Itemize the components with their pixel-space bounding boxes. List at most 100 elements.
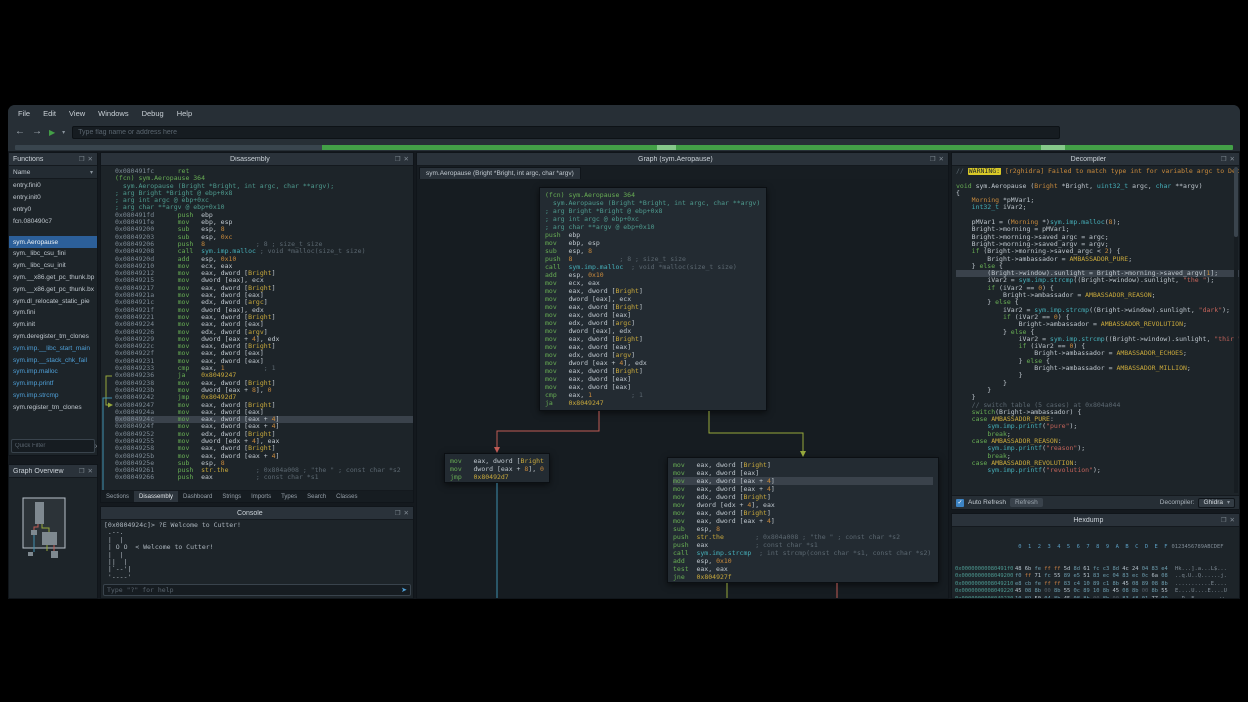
hex-row[interactable]: 0x000000000804922045 08 8b 00 8b 55 0c 8… [955,588,1236,595]
function-item[interactable]: entry.init0 [9,192,97,204]
graph-node-strcmp[interactable]: mov eax, dword [Bright]mov eax, dword [e… [667,457,939,583]
graph-node-line[interactable]: (fcn) sym.Aeropause 364 [545,191,761,199]
graph-node-line[interactable]: mov eax, dword [Bright] [450,457,544,465]
seekbar-segment[interactable] [676,145,1040,150]
decompiler-select[interactable]: Ghidra ▾ [1198,498,1235,508]
close-icon[interactable]: ✕ [88,155,93,163]
graph-node-line[interactable]: ; arg char **argv @ ebp+0x10 [545,223,761,231]
graph-node-line[interactable]: ; arg int argc @ ebp+0xc [545,215,761,223]
graph-node-line[interactable]: add esp, 0x10 [545,271,761,279]
graph-node-line[interactable]: push str.the ; 0x804a008 ; "the " ; cons… [673,533,933,541]
close-icon[interactable]: ✕ [1230,516,1235,524]
graph-node-entry[interactable]: (fcn) sym.Aeropause 364 sym.Aeropause (B… [539,187,767,411]
tab-types[interactable]: Types [276,491,302,502]
back-icon[interactable]: ← [15,127,25,137]
graph-node-line[interactable]: mov edx, dword [argc] [545,319,761,327]
graph-node-line[interactable]: sym.Aeropause (Bright *Bright, int argc,… [545,199,761,207]
graph-node-line[interactable]: mov eax, dword [eax] [545,375,761,383]
hex-row[interactable]: 0x0000000008049200f0 ff 71 fc 55 89 e5 5… [955,573,1236,580]
execute-icon[interactable]: ➤ [401,586,407,594]
graph-node-line[interactable]: mov edx, dword [Bright] [673,493,933,501]
graph-node-line[interactable]: test eax, eax [673,565,933,573]
auto-refresh-checkbox[interactable]: ✓ [956,499,964,507]
tab-classes[interactable]: Classes [331,491,362,502]
graph-node-line[interactable]: mov ebp, esp [545,239,761,247]
tab-imports[interactable]: Imports [246,491,276,502]
float-icon[interactable]: ❐ [395,155,401,163]
function-item[interactable]: sym.fini [9,307,97,319]
float-icon[interactable]: ❐ [79,155,85,163]
function-item[interactable]: sym.deregister_tm_clones [9,331,97,343]
graph-node-line[interactable]: jne 0x804927f [673,573,933,581]
graph-node-line[interactable]: push 8 ; 8 ; size_t size [545,255,761,263]
clear-filter-icon[interactable]: x [95,443,98,450]
function-item[interactable]: sym._libc_csu_fini [9,248,97,260]
seekbar-segment[interactable] [322,145,657,150]
functions-sort-combo[interactable]: Name ▾ [9,166,97,179]
function-item[interactable]: sym.imp.printf [9,378,97,390]
graph-node-line[interactable]: add esp, 0x10 [673,557,933,565]
graph-node-line[interactable]: mov dword [eax], ecx [545,295,761,303]
graph-node-line[interactable]: push ebp [545,231,761,239]
menu-edit[interactable]: Edit [43,109,56,118]
graph-node-line[interactable]: call sym.imp.strcmp ; int strcmp(const c… [673,549,933,557]
menu-file[interactable]: File [18,109,30,118]
function-item[interactable]: sym.imp.__stack_chk_fail [9,354,97,366]
graph-node-line[interactable]: mov eax, dword [Bright] [673,509,933,517]
menu-windows[interactable]: Windows [98,109,128,118]
graph-node-line[interactable]: mov dword [eax], edx [545,327,761,335]
decompiler-line[interactable]: } [956,387,1239,394]
close-icon[interactable]: ✕ [404,509,409,517]
hex-row[interactable]: 0x00000000080491f048 6b fe ff ff 5d 8d 6… [955,566,1236,573]
function-item[interactable]: entry.fini0 [9,180,97,192]
refresh-button[interactable]: Refresh [1010,498,1043,507]
seekbar-segment[interactable] [1065,145,1233,150]
decompiler-line[interactable]: // WARNING: [r2ghidra] Failed to match t… [956,168,1239,175]
tab-strings[interactable]: Strings [217,491,246,502]
graph-node-line[interactable]: push eax ; const char *s1 [673,541,933,549]
float-icon[interactable]: ❐ [395,509,401,517]
graph-node-line[interactable]: mov eax, dword [eax + 4] [673,517,933,525]
graph-overview-header[interactable]: Graph Overview ❐ ✕ [9,465,97,478]
function-item[interactable]: sym.Aeropause [9,236,97,248]
close-icon[interactable]: ✕ [939,155,944,163]
decompiler-line[interactable]: } [956,380,1239,387]
decompiler-line[interactable]: void sym.Aeropause (Bright *Bright, uint… [956,183,1239,190]
tab-dashboard[interactable]: Dashboard [178,491,217,502]
graph-node-line[interactable]: mov eax, dword [eax] [545,383,761,391]
function-item[interactable]: sym.init [9,319,97,331]
hexdump-panel-header[interactable]: Hexdump ❐ ✕ [952,514,1239,527]
address-seekbar[interactable] [15,145,1233,150]
forward-icon[interactable]: → [32,127,42,137]
graph-node-line[interactable]: mov eax, dword [Bright] [673,461,933,469]
function-item[interactable]: fcn.080490c7 [9,215,97,227]
hex-row[interactable]: 0x000000000804923010 89 50 04 8b 45 08 8… [955,596,1236,598]
graph-node-line[interactable]: sub esp, 8 [545,247,761,255]
tab-search[interactable]: Search [302,491,331,502]
graph-node-line[interactable]: sub esp, 8 [673,525,933,533]
graph-node-line[interactable]: mov dword [edx + 4], eax [673,501,933,509]
close-icon[interactable]: ✕ [404,155,409,163]
function-item[interactable]: sym.dl_relocate_static_pie [9,295,97,307]
decompiler-line[interactable]: int32_t iVar2; [956,204,1239,211]
graph-node-line[interactable]: mov dword [eax + 8], 0 [450,465,544,473]
decompiler-scrollbar[interactable] [1234,167,1238,493]
disasm-line[interactable]: 0x08049266 push eax ; const char *s1 [115,474,413,481]
hex-row[interactable]: 0x0000000008049210e8 cb fe ff ff 83 c4 1… [955,581,1236,588]
float-icon[interactable]: ❐ [79,467,85,475]
graph-node-default[interactable]: mov eax, dword [Bright]mov dword [eax + … [444,453,550,483]
play-icon[interactable]: ▶ [49,128,55,137]
menu-view[interactable]: View [69,109,85,118]
menu-debug[interactable]: Debug [142,109,164,118]
graph-node-line[interactable]: mov eax, dword [eax] [545,343,761,351]
decompiler-panel-header[interactable]: Decompiler ❐ ✕ [952,153,1239,166]
graph-node-line[interactable]: mov eax, dword [eax + 4] [673,485,933,493]
graph-node-line[interactable]: ja 0x8049247 [545,399,761,407]
graph-node-line[interactable]: mov eax, dword [Bright] [545,303,761,311]
disassembly-panel-header[interactable]: Disassembly ❐ ✕ [101,153,413,166]
graph-node-line[interactable]: mov dword [eax + 4], edx [545,359,761,367]
function-item[interactable]: sym._libc_csu_init [9,260,97,272]
quick-filter-input[interactable] [15,443,93,449]
flag-search-input[interactable] [78,129,1054,136]
graph-node-line[interactable]: cmp eax, 1 ; 1 [545,391,761,399]
